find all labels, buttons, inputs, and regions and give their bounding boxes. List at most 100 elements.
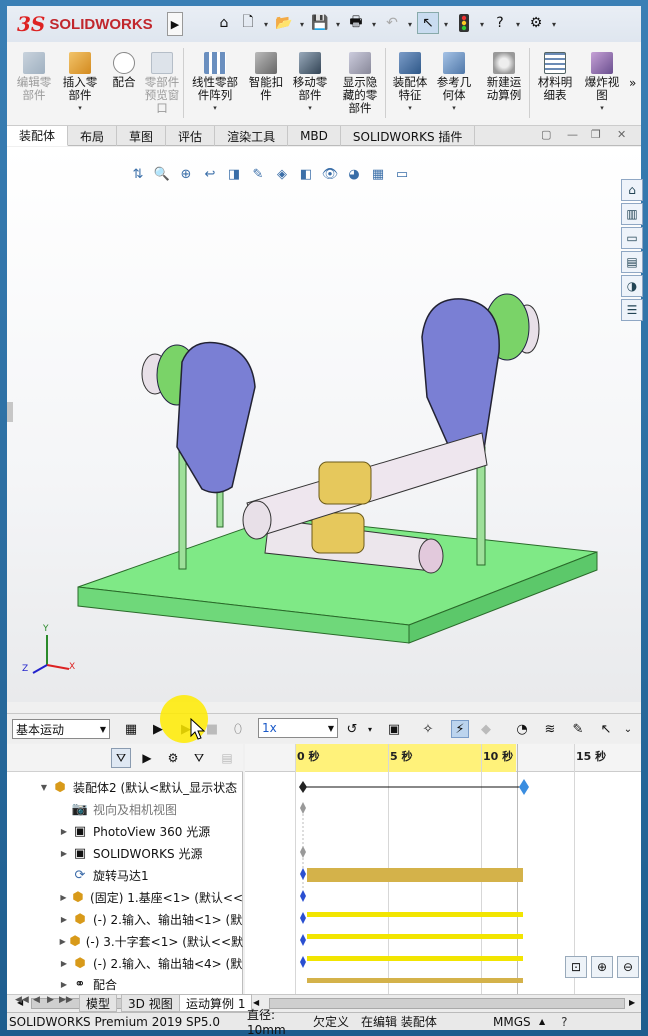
key-start-assembly[interactable] (299, 781, 307, 793)
gravity-pointer-icon[interactable]: ↖ (597, 720, 615, 738)
expand-arrow-icon[interactable]: ▶ (59, 893, 68, 902)
collapse-tree-icon[interactable]: ▤ (217, 748, 237, 768)
collapse-arrow-icon[interactable]: ▼ (39, 783, 49, 792)
shaft-1-bar[interactable] (307, 912, 523, 917)
tab-layout[interactable]: 布局 (68, 126, 118, 146)
custom-properties-icon[interactable]: ☰ (621, 299, 643, 321)
expand-arrow-icon[interactable]: ▶ (59, 849, 69, 858)
expand-arrow-icon[interactable]: ▶ (59, 959, 69, 968)
key-shaft-1[interactable] (300, 912, 306, 924)
design-library-icon[interactable]: ▥ (621, 203, 643, 225)
key-view[interactable] (300, 802, 306, 814)
key-lights[interactable] (300, 846, 306, 858)
tree-item-photoview-lights[interactable]: ▶ ▣ PhotoView 360 光源 (7, 820, 243, 842)
file-explorer-icon[interactable]: ▭ (621, 227, 643, 249)
calculate-icon[interactable]: ▦ (122, 720, 140, 738)
expand-arrow-icon[interactable]: ▶ (59, 937, 66, 946)
options-dropdown-icon[interactable]: ▾ (549, 12, 559, 36)
autokey-icon[interactable]: ⚡ (451, 720, 469, 738)
exploded-view-button[interactable]: 爆炸视 图 ▾ (579, 52, 625, 115)
expand-arrow-icon[interactable]: ▶ (59, 915, 69, 924)
motor-duration-bar[interactable] (307, 868, 523, 882)
print-dropdown-icon[interactable]: ▾ (369, 12, 379, 36)
undo-dropdown-icon[interactable]: ▾ (405, 12, 415, 36)
motor-icon[interactable]: ◔ (513, 720, 531, 738)
tab-model[interactable]: 模型 (79, 994, 118, 1012)
insert-component-caret-icon[interactable]: ▾ (78, 102, 82, 115)
options-gear-icon[interactable]: ⚙ (525, 12, 547, 34)
reference-geometry-button[interactable]: 参考几 何体 ▾ (431, 52, 477, 115)
select-pointer-icon[interactable]: ↖ (417, 12, 439, 34)
assembly-3d-model[interactable]: Y X Z (7, 147, 641, 702)
reference-geometry-caret-icon[interactable]: ▾ (452, 102, 456, 115)
linear-component-pattern-button[interactable]: 线性零部 件阵列 ▾ (187, 52, 243, 115)
bill-of-materials-button[interactable]: 材料明 细表 (531, 52, 579, 102)
help-icon[interactable]: ? (489, 12, 511, 34)
menu-expand-arrow-icon[interactable]: ▶ (167, 12, 183, 36)
solidworks-logo[interactable]: 3S SOLIDWORKS (17, 10, 165, 38)
key-motor[interactable] (300, 868, 306, 880)
spring-icon[interactable]: ≋ (541, 720, 559, 738)
tree-item-shaft-4[interactable]: ▶ ⬢ (-) 2.输入、输出轴<4> (默 (7, 952, 243, 974)
tree-item-shaft-1[interactable]: ▶ ⬢ (-) 2.输入、输出轴<1> (默 (7, 908, 243, 930)
animation-wizard-icon[interactable]: ✧ (419, 720, 437, 738)
ribbon-overflow-icon[interactable]: » (629, 76, 636, 90)
tree-item-assembly[interactable]: ▼ ⬢ 装配体2 (默认<默认_显示状态 (7, 776, 243, 798)
smart-fasteners-button[interactable]: 智能扣 件 (243, 52, 289, 102)
tree-item-solidworks-lights[interactable]: ▶ ▣ SOLIDWORKS 光源 (7, 842, 243, 864)
tab-nav-first-icon[interactable]: ◀◀ (15, 995, 29, 1005)
loop-icon[interactable]: ↺ (343, 720, 361, 738)
tab-assembly[interactable]: 装配体 (7, 126, 69, 146)
filter-driving-icon[interactable]: ▶ (137, 748, 157, 768)
new-motion-study-button[interactable]: 新建运 动算例 (479, 52, 529, 102)
open-dropdown-icon[interactable]: ▾ (297, 12, 307, 36)
expand-arrow-icon[interactable]: ▶ (59, 827, 69, 836)
tile-windows-icon[interactable]: ▢ (541, 128, 551, 141)
exploded-view-caret-icon[interactable]: ▾ (600, 102, 604, 115)
assembly-features-button[interactable]: 装配体 特征 ▾ (387, 52, 433, 115)
filter-results-icon[interactable]: ⛛ (189, 748, 209, 768)
rebuild-dropdown-icon[interactable]: ▾ (477, 12, 487, 36)
zoom-in-icon[interactable]: ⊕ (591, 956, 613, 978)
units-dropdown-icon[interactable]: ▲ (539, 1017, 545, 1026)
move-component-button[interactable]: 移动零 部件 ▾ (287, 52, 333, 115)
select-dropdown-icon[interactable]: ▾ (441, 12, 451, 36)
minimize-doc-icon[interactable]: — (567, 128, 578, 141)
zoom-to-fit-timeline-icon[interactable]: ⊡ (565, 956, 587, 978)
tab-3d-view[interactable]: 3D 视图 (121, 994, 180, 1012)
appearances-scenes-icon[interactable]: ◑ (621, 275, 643, 297)
undo-icon[interactable]: ↶ (381, 12, 403, 34)
tree-item-cross-sleeve[interactable]: ▶ ⬢ (-) 3.十字套<1> (默认<<默 (7, 930, 243, 952)
help-dropdown-icon[interactable]: ▾ (513, 12, 523, 36)
help-tooltip-icon[interactable]: ? (561, 1015, 567, 1029)
tab-evaluate[interactable]: 评估 (166, 126, 216, 146)
tab-nav-last-icon[interactable]: ▶▶ (59, 995, 73, 1005)
save-dropdown-icon[interactable]: ▾ (333, 12, 343, 36)
tree-item-rotary-motor[interactable]: ⟳ 旋转马达1 (7, 864, 243, 886)
timeline-scroll-right-icon[interactable]: ▶ (629, 998, 635, 1007)
study-type-select[interactable]: 基本运动 ▼ (12, 719, 110, 739)
new-dropdown-icon[interactable]: ▾ (261, 12, 271, 36)
filter-selected-icon[interactable]: ⚙ (163, 748, 183, 768)
unit-system[interactable]: MMGS (493, 1015, 535, 1029)
key-end-assembly[interactable] (519, 779, 529, 795)
key-shaft-4[interactable] (300, 956, 306, 968)
insert-component-button[interactable]: 插入零 部件 ▾ (57, 52, 103, 115)
tab-nav-prev-icon[interactable]: ◀ (33, 995, 40, 1005)
tab-nav-next-icon[interactable]: ▶ (47, 995, 54, 1005)
expand-arrow-icon[interactable]: ▶ (59, 980, 69, 989)
tab-sketch[interactable]: 草图 (117, 126, 167, 146)
graphics-area[interactable]: ⇅ 🔍 ⊕ ↩ ◨ ✎ ◈ ◧ 👁 ◕ ▦ ▭ Y X Z ⌂ ▥ ▭ ▤ ◑ … (7, 147, 643, 702)
rebuild-traffic-light-icon[interactable] (453, 12, 475, 34)
tab-mbd[interactable]: MBD (288, 126, 341, 146)
add-update-key-icon[interactable]: ◆ (477, 720, 495, 738)
edit-component-button[interactable]: 编辑零 部件 (11, 52, 57, 102)
shaft-4-bar[interactable] (307, 956, 523, 961)
close-doc-icon[interactable]: ✕ (617, 128, 626, 141)
mates-bar[interactable] (307, 978, 523, 983)
key-cross-sleeve[interactable] (300, 934, 306, 946)
loop-dropdown-icon[interactable]: ▾ (361, 720, 379, 738)
view-palette-icon[interactable]: ▤ (621, 251, 643, 273)
panel-collapse-handle[interactable] (7, 402, 13, 422)
playback-speed-select[interactable]: 1x ▼ (258, 718, 338, 738)
